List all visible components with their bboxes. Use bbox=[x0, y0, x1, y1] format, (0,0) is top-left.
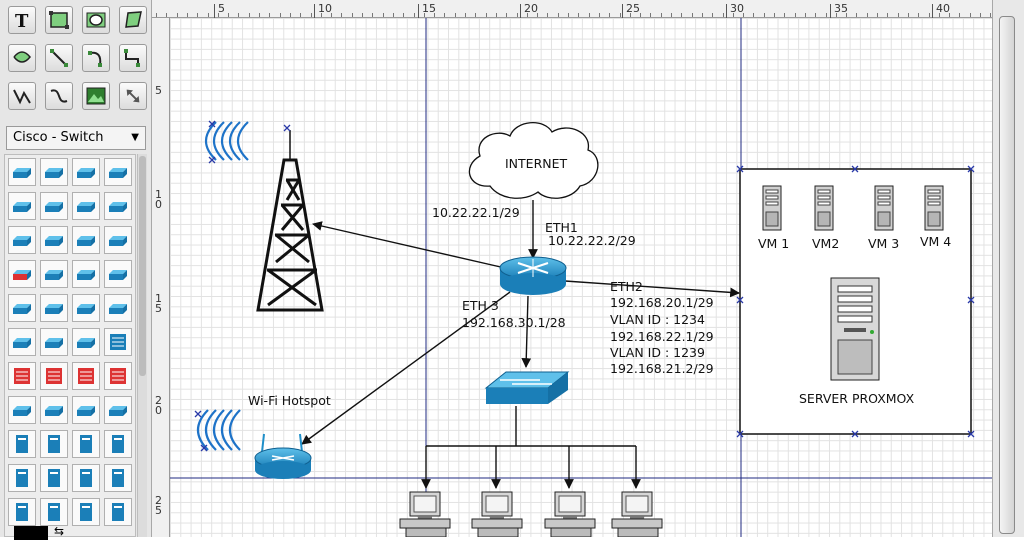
workstation-icon[interactable] bbox=[471, 491, 523, 537]
server-label: SERVER PROXMOX bbox=[799, 391, 915, 406]
eth3-name-label: ETH 3 bbox=[462, 298, 499, 313]
eth1-ip-label: 10.22.22.2/29 bbox=[548, 233, 636, 248]
eth3-ip-label: 192.168.30.1/28 bbox=[462, 315, 566, 330]
workstation-icon[interactable] bbox=[544, 491, 596, 537]
switch-icon[interactable] bbox=[484, 371, 570, 404]
vm-label: VM 3 bbox=[868, 236, 899, 251]
vm-label: VM2 bbox=[812, 236, 839, 251]
network-diagram: INTERNET 10.22.22.1/29 ETH1 10.22.22.2/2… bbox=[170, 18, 992, 537]
link-router-tower bbox=[312, 221, 506, 269]
internet-cloud[interactable]: INTERNET bbox=[468, 122, 599, 199]
vm-label: VM 4 bbox=[920, 234, 951, 249]
vm-server-icon[interactable] bbox=[814, 185, 834, 231]
eth2-line-3: 192.168.22.1/29 bbox=[610, 329, 714, 344]
wifi-hotspot-device[interactable] bbox=[254, 433, 312, 479]
eth2-line-5: 192.168.21.2/29 bbox=[610, 361, 714, 376]
wifi-waves-icon bbox=[204, 121, 249, 161]
canvas-vertical-scrollbar[interactable] bbox=[992, 0, 1024, 537]
radio-tower[interactable] bbox=[256, 130, 324, 312]
proxmox-server-icon[interactable] bbox=[830, 277, 880, 381]
workstation-icon[interactable] bbox=[611, 491, 663, 537]
link-router-server bbox=[564, 280, 740, 298]
link-router-switch bbox=[521, 295, 532, 368]
router-icon[interactable] bbox=[499, 256, 567, 295]
connections bbox=[301, 200, 740, 489]
selection-handle[interactable] bbox=[208, 156, 216, 164]
cloud-label: INTERNET bbox=[505, 156, 568, 171]
wifi-waves-icon bbox=[196, 409, 241, 451]
vm-label: VM 1 bbox=[758, 236, 789, 251]
vm-server-icon[interactable] bbox=[874, 185, 894, 231]
eth2-name-label: ETH2 bbox=[610, 279, 643, 294]
eth2-line-4: VLAN ID : 1239 bbox=[610, 345, 705, 360]
vm-server-icon[interactable] bbox=[924, 185, 944, 231]
selection-handle[interactable] bbox=[283, 124, 291, 132]
vm-server-icon[interactable] bbox=[762, 185, 782, 231]
eth2-line-2: VLAN ID : 1234 bbox=[610, 312, 705, 327]
workstations bbox=[399, 491, 663, 537]
hotspot-label: Wi-Fi Hotspot bbox=[248, 393, 331, 408]
selection-handle[interactable] bbox=[194, 410, 202, 418]
uplink-ip-label: 10.22.22.1/29 bbox=[432, 205, 520, 220]
eth2-line-1: 192.168.20.1/29 bbox=[610, 295, 714, 310]
workstation-icon[interactable] bbox=[399, 491, 451, 537]
canvas-scroll-thumb[interactable] bbox=[999, 16, 1015, 534]
